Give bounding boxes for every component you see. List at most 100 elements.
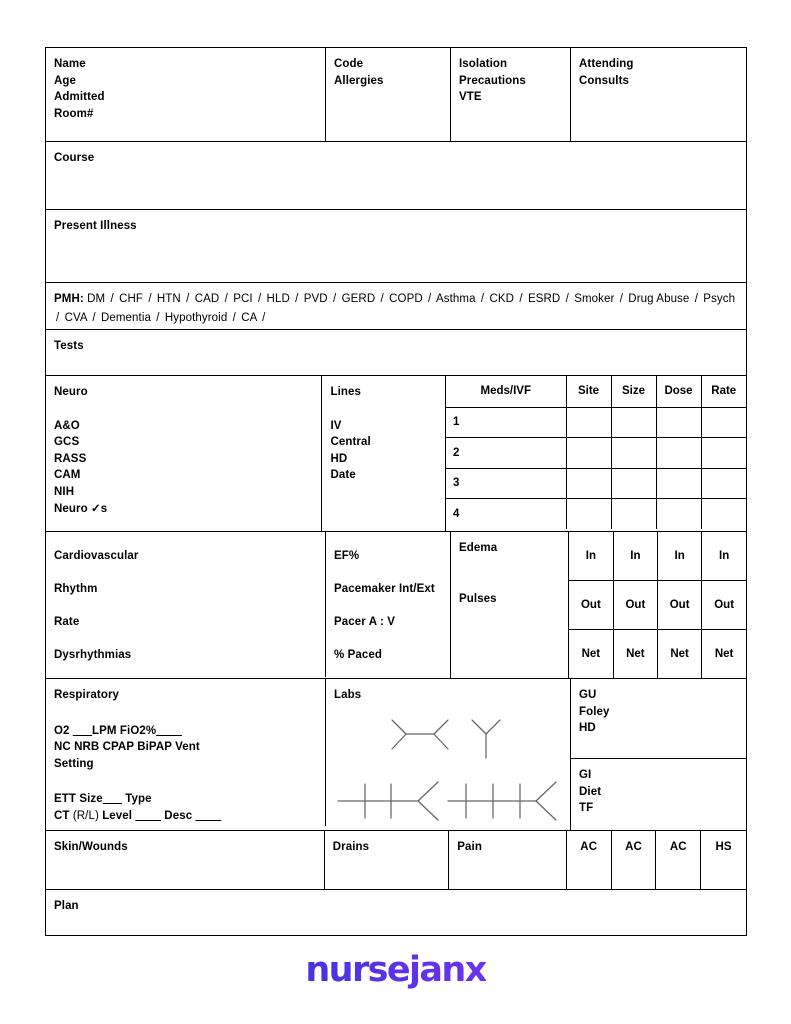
lines-item-central: Central <box>330 436 371 449</box>
glucose-cell-ac-2[interactable]: AC <box>612 830 657 889</box>
isolation-cell[interactable]: Isolation Precautions VTE <box>451 48 571 141</box>
meds-cell-dose-1[interactable] <box>656 407 702 438</box>
meds-header-medsivf: Meds/IVF <box>446 376 567 408</box>
io-cell-out-3[interactable]: Out <box>657 580 703 630</box>
meds-cell-dose-2[interactable] <box>656 437 702 469</box>
pmh-item[interactable]: HLD <box>263 293 293 305</box>
pmh-item[interactable]: GERD <box>338 293 378 305</box>
glucose-cell-hs[interactable]: HS <box>701 831 746 889</box>
pmh-item[interactable]: CHF <box>116 293 147 305</box>
meds-cell-dose-4[interactable] <box>656 498 702 529</box>
skin-wounds-cell[interactable]: Skin/Wounds <box>46 830 325 889</box>
gi-section[interactable]: GI Diet TF <box>571 759 746 825</box>
io-cell-net-4[interactable]: Net <box>702 629 746 678</box>
neuro-item-gcs: GCS <box>54 436 80 449</box>
pmh-item[interactable]: Hypothyroid <box>162 312 231 324</box>
io-cell-out-2[interactable]: Out <box>613 580 659 630</box>
nursejanx-logo[interactable]: nursejanx <box>305 950 487 990</box>
pmh-cell[interactable]: PMH: DM / CHF / HTN / CAD / PCI / HLD / … <box>46 283 746 329</box>
pmh-item[interactable]: CA <box>238 312 260 324</box>
drains-cell[interactable]: Drains <box>325 830 450 889</box>
labs-cell[interactable]: Labs <box>326 679 571 830</box>
io-cell-net-3[interactable]: Net <box>657 629 703 678</box>
ct-side-label[interactable]: (R/L) <box>73 810 99 822</box>
attending-cell[interactable]: Attending Consults <box>571 48 746 141</box>
pmh-item[interactable]: Smoker <box>571 293 618 305</box>
ett-line: ETT Size___ Type <box>54 791 317 808</box>
pmh-item[interactable]: COPD <box>386 293 426 305</box>
pmh-item[interactable]: CVA <box>61 312 90 324</box>
meds-row-number-2[interactable]: 2 <box>446 437 567 469</box>
io-cell-net-2[interactable]: Net <box>613 629 659 678</box>
pmh-item[interactable]: Drug Abuse <box>625 293 693 305</box>
ct-level-blank[interactable]: ____ <box>135 810 161 822</box>
present-illness-cell[interactable]: Present Illness <box>46 210 746 282</box>
tests-cell[interactable]: Tests <box>46 330 746 375</box>
meds-cell-rate-2[interactable] <box>701 437 746 469</box>
labs-label: Labs <box>334 689 362 701</box>
ct-desc-blank[interactable]: ____ <box>196 810 222 822</box>
meds-row-number-4[interactable]: 4 <box>446 498 567 529</box>
io-cell-in-2[interactable]: In <box>613 532 659 582</box>
pmh-item[interactable]: Psych <box>700 293 735 305</box>
code-allergies-cell[interactable]: Code Allergies <box>326 48 451 141</box>
io-cell-in-4[interactable]: In <box>701 532 746 582</box>
meds-cell-rate-4[interactable] <box>701 499 746 530</box>
pmh-item[interactable]: Dementia <box>98 312 155 324</box>
respiratory-labs-row: Respiratory O2 ___LPM FiO2%____ NC NRB C… <box>46 679 746 831</box>
pmh-item[interactable]: DM <box>87 293 108 305</box>
plan-cell[interactable]: Plan <box>46 890 746 935</box>
meds-cell-rate-3[interactable] <box>701 468 746 499</box>
gu-section[interactable]: GU Foley HD <box>571 679 746 759</box>
meds-cell-size-2[interactable] <box>611 437 657 469</box>
io-cell-net-1[interactable]: Net <box>569 629 614 678</box>
io-grid-table: In In In In Out Out Out Out Net Net Net … <box>569 532 746 678</box>
meds-cell-size-3[interactable] <box>611 468 657 499</box>
pmh-item[interactable]: PCI <box>230 293 256 305</box>
table-row[interactable]: 4 <box>446 498 746 530</box>
io-cell-out-4[interactable]: Out <box>701 580 746 630</box>
table-row[interactable]: 2 <box>446 437 746 469</box>
ett-size-blank[interactable]: ___ <box>103 793 122 805</box>
pmh-item[interactable]: CKD <box>486 293 517 305</box>
meds-header-site: Site <box>566 376 612 408</box>
meds-cell-size-1[interactable] <box>611 407 657 438</box>
meds-cell-rate-1[interactable] <box>701 407 746 438</box>
meds-cell-site-1[interactable] <box>566 407 612 438</box>
io-cell-out-1[interactable]: Out <box>569 580 614 630</box>
meds-cell-site-3[interactable] <box>566 468 612 499</box>
o2-blank[interactable]: ___ <box>73 725 92 737</box>
table-row[interactable]: 1 <box>446 407 746 438</box>
fishbone-svg <box>337 718 557 821</box>
respiratory-cell[interactable]: Respiratory O2 ___LPM FiO2%____ NC NRB C… <box>46 679 326 826</box>
meds-cell-dose-3[interactable] <box>656 468 702 499</box>
pain-cell[interactable]: Pain <box>449 830 567 889</box>
pmh-item[interactable]: HTN <box>154 293 185 305</box>
meds-cell-site-4[interactable] <box>566 498 612 529</box>
pmh-item[interactable]: Asthma <box>433 293 479 305</box>
attending-label: Attending <box>579 58 634 70</box>
edema-label: Edema <box>459 542 498 554</box>
fio2-blank[interactable]: ____ <box>156 725 182 737</box>
meds-cell-site-2[interactable] <box>566 437 612 469</box>
patient-info-cell[interactable]: Name Age Admitted Room# <box>46 48 326 141</box>
meds-cell-size-4[interactable] <box>611 498 657 529</box>
respiratory-label: Respiratory <box>54 689 120 701</box>
meds-row-number-3[interactable]: 3 <box>446 468 567 499</box>
ef-cell[interactable]: EF% Pacemaker Int/Ext Pacer A : V % Pace… <box>326 532 451 678</box>
pmh-item[interactable]: ESRD <box>525 293 564 305</box>
meds-header-rate: Rate <box>701 376 746 408</box>
lines-cell[interactable]: Lines IV Central HD Date <box>322 376 446 531</box>
neuro-cell[interactable]: Neuro A&O GCS RASS CAM NIH Neuro ✓s <box>46 376 323 531</box>
io-cell-in-1[interactable]: In <box>569 532 614 582</box>
glucose-cell-ac-3[interactable]: AC <box>656 830 702 889</box>
table-row[interactable]: 3 <box>446 468 746 499</box>
pmh-item[interactable]: CAD <box>191 293 222 305</box>
io-cell-in-3[interactable]: In <box>657 532 703 582</box>
glucose-cell-ac-1[interactable]: AC <box>567 830 612 889</box>
course-cell[interactable]: Course <box>46 142 746 209</box>
cardiovascular-cell[interactable]: Cardiovascular Rhythm Rate Dysrhythmias <box>46 532 326 677</box>
meds-row-number-1[interactable]: 1 <box>446 407 567 438</box>
pmh-item[interactable]: PVD <box>300 293 331 305</box>
edema-pulses-cell[interactable]: Edema Pulses <box>451 532 569 678</box>
